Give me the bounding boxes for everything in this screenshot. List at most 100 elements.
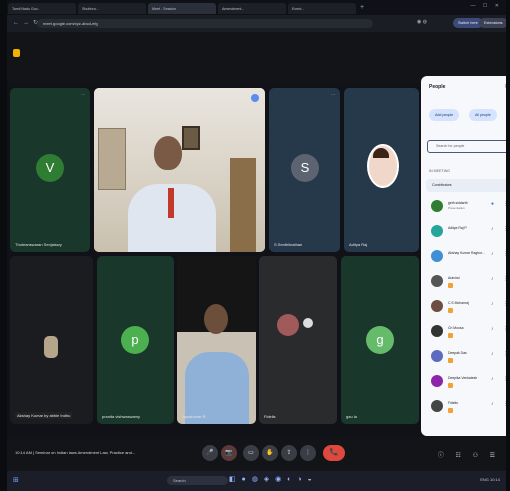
participant-name: pranita vishwaswamy (102, 414, 141, 419)
taskbar-apps[interactable]: ◧ ● ◍ ◈ ◉ ◐ ◑ ◒ (229, 475, 314, 483)
extensions-button[interactable]: Extensions (479, 18, 506, 28)
participant-name: Aditya Raj (349, 242, 368, 247)
participant-role: Presentation (448, 206, 465, 210)
meet-logo-icon (13, 49, 20, 57)
browser-tab[interactable]: Shubhra... (78, 3, 146, 14)
participant-tile-video[interactable]: Jayakumar R (177, 256, 256, 424)
avatar: g (366, 326, 394, 354)
camera-button[interactable]: 📷 (221, 445, 237, 461)
mic-icon[interactable]: ♪ (491, 276, 494, 282)
participant-name: Deepak Das (448, 351, 467, 355)
contributors-section[interactable]: Contributors (426, 179, 506, 192)
mic-button[interactable]: 🎤 (202, 445, 218, 461)
all-people-button[interactable]: All people (469, 109, 497, 121)
more-icon[interactable]: ⋮ (503, 251, 506, 257)
people-panel: People ✕ Add people All people Search fo… (421, 76, 506, 436)
participant-tile[interactable]: S S.Senthilnathan ⋯ (269, 88, 340, 252)
mic-icon[interactable]: ♪ (491, 376, 494, 382)
search-people-input[interactable]: Search for people (427, 140, 506, 153)
participant-row[interactable]: Ch Moosa ♪ ⋮ (427, 321, 506, 344)
more-icon[interactable]: ⋮ (503, 326, 506, 332)
add-people-button[interactable]: Add people (429, 109, 460, 121)
mic-icon[interactable]: ♪ (491, 326, 494, 332)
avatar: V (36, 154, 64, 182)
avatar (431, 300, 443, 312)
person-head (204, 304, 228, 334)
browser-tab-bar: Tamil Nadu Gov... Shubhra... Meet - Sess… (7, 0, 506, 15)
url-field[interactable]: meet.google.com/xyz-abcd-efg (37, 19, 373, 28)
participant-tile[interactable]: Fidelis (259, 256, 337, 424)
avatar (431, 225, 443, 237)
participant-tile[interactable]: V Thoteanswaran Senjaiswy ⋯ (10, 88, 90, 252)
participant-tile-video[interactable] (94, 88, 265, 252)
captions-button[interactable]: ▭ (243, 445, 259, 461)
raise-hand-button[interactable]: ✋ (262, 445, 278, 461)
participant-tile[interactable]: Akshay Kumar by abbie Indhu (10, 256, 93, 424)
participant-row[interactable]: Akshay Kumar Raghur... ♪ ⋮ (427, 246, 506, 269)
start-icon[interactable]: ⊞ (13, 476, 19, 484)
participant-row[interactable]: Fidelis ♪ ⋮ (427, 396, 506, 419)
mic-icon[interactable]: ♪ (491, 351, 494, 357)
new-tab-button[interactable]: + (360, 4, 364, 11)
participant-row[interactable]: Deepak Das ♪ ⋮ (427, 346, 506, 369)
badge-icon (448, 283, 453, 288)
more-icon[interactable]: ⋮ (503, 351, 506, 357)
mic-icon[interactable]: ♪ (491, 301, 494, 307)
side-controls[interactable]: ⓘ ☷ ⚇ ☰ (438, 450, 500, 459)
participant-row[interactable]: Aditya Raj P. ♪ ⋮ (427, 221, 506, 244)
more-icon[interactable]: ⋮ (503, 201, 506, 207)
participant-name: gau la (346, 414, 357, 419)
badge-icon (448, 383, 453, 388)
more-icon[interactable]: ⋮ (503, 301, 506, 307)
window-controls[interactable]: — ☐ ✕ (471, 3, 502, 9)
more-icon[interactable]: ⋮ (503, 376, 506, 382)
profile-photo-2 (303, 318, 313, 328)
back-icon[interactable]: ← (13, 20, 23, 26)
participant-name: Akshay Kumar by abbie Indhu (15, 412, 73, 419)
participant-row[interactable]: C.S Mohanraj ♪ ⋮ (427, 296, 506, 319)
wall-frame (98, 128, 126, 190)
muted-mic-icon: ⋯ (81, 92, 85, 97)
badge-icon (448, 408, 453, 413)
badge-icon (448, 308, 453, 313)
participant-row[interactable]: Deepika Venkatesh ♪ ⋮ (427, 371, 506, 394)
avatar: S (291, 154, 319, 182)
close-icon[interactable]: ✕ (504, 83, 506, 90)
avatar (431, 325, 443, 337)
participant-tile[interactable]: Aditya Raj (344, 88, 419, 252)
participant-name: Fidelis (264, 414, 276, 419)
avatar (431, 200, 443, 212)
taskbar-search[interactable]: Search (167, 476, 228, 485)
more-options-button[interactable]: ⋮ (300, 445, 316, 461)
present-button[interactable]: ⇪ (281, 445, 297, 461)
mic-icon[interactable]: ♪ (491, 226, 494, 232)
person-tie (168, 188, 174, 218)
browser-tab[interactable]: Amendment... (218, 3, 286, 14)
browser-tab[interactable]: Tamil Nadu Gov... (8, 3, 76, 14)
participant-name: Deepika Venkatesh (448, 376, 478, 380)
more-icon[interactable]: ⋮ (503, 276, 506, 282)
participant-row[interactable]: Aravind ♪ ⋮ (427, 271, 506, 294)
participant-tile[interactable]: p pranita vishwaswamy (97, 256, 174, 424)
muted-mic-icon: ⋯ (331, 92, 335, 97)
door (230, 158, 256, 252)
more-icon[interactable]: ⋮ (503, 401, 506, 407)
participant-row[interactable]: geth siddarth Presentation ● ⋮ (427, 196, 506, 219)
system-tray[interactable]: ENG 10:14 (480, 477, 500, 482)
leave-call-button[interactable]: 📞 (323, 445, 345, 461)
participant-tile[interactable]: g gau la (341, 256, 419, 424)
avatar (431, 250, 443, 262)
meeting-controls-bar: 10:14 AM | Seminar on Indian laws Amendm… (7, 437, 506, 471)
forward-icon[interactable]: → (23, 20, 33, 26)
badge-icon (448, 333, 453, 338)
mic-icon[interactable]: ♪ (491, 401, 494, 407)
participant-name: Ch Moosa (448, 326, 464, 330)
extension-icons: ◉ ◍ (417, 19, 428, 25)
participant-name: C.S Mohanraj (448, 301, 469, 305)
more-icon[interactable]: ⋮ (503, 226, 506, 232)
mic-icon[interactable]: ♪ (491, 251, 494, 257)
browser-tab-active[interactable]: Meet - Session (148, 3, 216, 14)
browser-tab[interactable]: Event... (288, 3, 356, 14)
participant-name: Aravind (448, 276, 460, 280)
mic-icon[interactable]: ● (491, 201, 494, 207)
